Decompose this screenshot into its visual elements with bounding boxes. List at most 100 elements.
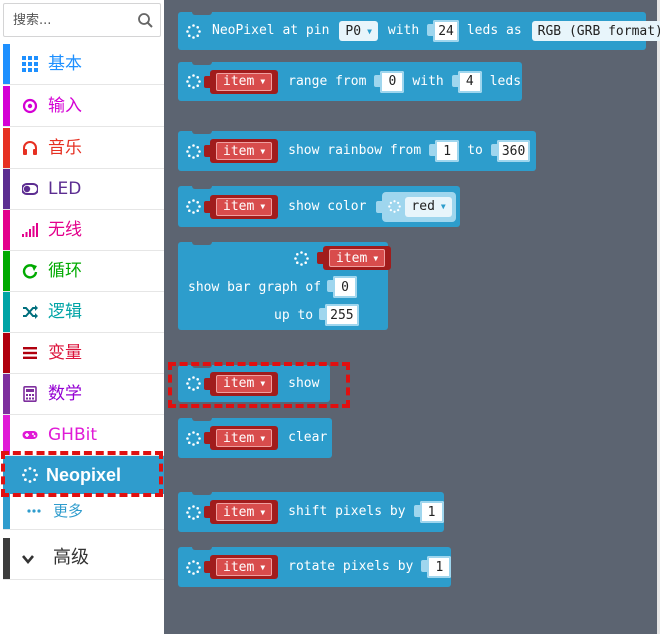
from-slot[interactable]: 0 xyxy=(374,70,405,93)
category-basic[interactable]: 基本 xyxy=(3,44,164,85)
grid-icon xyxy=(22,56,38,72)
target-icon xyxy=(22,98,38,114)
variable-dropdown[interactable]: item ▼ xyxy=(216,72,273,91)
toolbox: 基本 输入 音乐 LED 无线 xyxy=(0,0,164,634)
format-dropdown[interactable]: RGB (GRB format)▼ xyxy=(531,21,660,41)
more-label: 更多 xyxy=(53,502,84,520)
gamepad-icon xyxy=(22,431,38,439)
headphones-icon xyxy=(23,141,37,155)
search-icon[interactable] xyxy=(137,12,154,29)
category-color-bar xyxy=(3,169,10,209)
category-music[interactable]: 音乐 xyxy=(3,128,164,169)
neopixel-icon xyxy=(388,200,402,213)
category-color-bar xyxy=(3,251,10,291)
category-color-bar xyxy=(3,415,10,455)
category-advanced[interactable]: 高级 xyxy=(3,538,164,580)
neopixel-icon xyxy=(186,559,201,575)
category-more[interactable]: 更多 xyxy=(3,494,164,530)
category-color-bar xyxy=(3,494,17,529)
leds-count-slot[interactable]: 24 xyxy=(427,20,459,42)
variable-slot[interactable]: item ▼ xyxy=(203,500,279,524)
variable-slot[interactable]: item ▼ xyxy=(203,139,279,163)
variable-dropdown[interactable]: item ▼ xyxy=(329,249,386,267)
number-field[interactable]: 4 xyxy=(451,70,482,93)
block-range[interactable]: item ▼ range from 0 with 4 leds xyxy=(178,61,522,101)
highlight-show-block xyxy=(168,362,350,408)
variable-name: item xyxy=(223,143,255,159)
color-value: red xyxy=(411,199,435,214)
category-led[interactable]: LED xyxy=(3,169,164,210)
block-show-rainbow[interactable]: item ▼ show rainbow from 1 to 360 xyxy=(178,130,536,171)
category-math[interactable]: 数学 xyxy=(3,374,164,415)
dropdown-caret-icon: ▼ xyxy=(260,562,266,572)
category-variables[interactable]: 变量 xyxy=(3,333,164,374)
shift-amount-slot[interactable]: 1 xyxy=(413,501,444,523)
color-dropdown[interactable]: red ▼ xyxy=(405,196,452,217)
block-label: show bar graph of xyxy=(188,279,322,295)
variable-slot[interactable]: item ▼ xyxy=(203,194,279,219)
variable-slot[interactable]: item ▼ xyxy=(316,246,392,270)
block-show-color[interactable]: item ▼ show color red ▼ xyxy=(178,185,460,227)
category-label: 数学 xyxy=(48,384,82,404)
neopixel-icon xyxy=(186,199,201,214)
category-logic[interactable]: 逻辑 xyxy=(3,292,164,333)
number-field[interactable]: 0 xyxy=(327,276,358,298)
toggle-icon xyxy=(22,183,38,195)
variable-dropdown[interactable]: item ▼ xyxy=(216,142,273,160)
variable-dropdown[interactable]: item ▼ xyxy=(216,558,273,576)
to-slot[interactable]: 360 xyxy=(490,140,531,162)
category-loops[interactable]: 循环 xyxy=(3,251,164,292)
from-slot[interactable]: 1 xyxy=(429,140,460,162)
block-label: with xyxy=(412,73,444,89)
number-field[interactable]: 0 xyxy=(374,70,405,93)
value-slot[interactable]: 0 xyxy=(327,276,358,298)
category-label: 循环 xyxy=(48,261,82,281)
number-field[interactable]: 360 xyxy=(490,140,531,162)
block-rotate-pixels[interactable]: item ▼ rotate pixels by 1 xyxy=(178,546,452,587)
number-field[interactable]: 255 xyxy=(319,304,359,326)
category-radio[interactable]: 无线 xyxy=(3,210,164,251)
advanced-label: 高级 xyxy=(53,547,89,568)
variable-slot[interactable]: item ▼ xyxy=(203,426,279,450)
list-icon xyxy=(23,347,37,359)
block-label: rotate pixels by xyxy=(288,559,414,574)
block-label: up to xyxy=(274,307,314,323)
variable-name: item xyxy=(223,430,255,446)
number-field[interactable]: 1 xyxy=(413,501,444,523)
block-label: leds xyxy=(489,73,522,89)
search-input[interactable] xyxy=(13,9,129,31)
category-label: 无线 xyxy=(48,220,82,240)
neopixel-icon xyxy=(186,23,201,39)
block-shift-pixels[interactable]: item ▼ shift pixels by 1 xyxy=(178,491,444,532)
more-dots-icon xyxy=(27,509,41,513)
category-color-bar xyxy=(3,333,10,373)
bar-graph-row-value: show bar graph of 0 xyxy=(188,276,359,298)
neopixel-icon xyxy=(186,430,201,446)
variable-slot[interactable]: item ▼ xyxy=(203,555,279,579)
category-input[interactable]: 输入 xyxy=(3,86,164,127)
variable-dropdown[interactable]: item ▼ xyxy=(216,429,273,447)
block-show-bar-graph[interactable]: item ▼ show bar graph of 0 up to 255 xyxy=(178,241,392,330)
category-ghbit[interactable]: GHBit xyxy=(3,415,164,456)
dropdown-caret-icon: ▼ xyxy=(260,433,266,443)
number-field[interactable]: 1 xyxy=(429,140,460,162)
rotate-amount-slot[interactable]: 1 xyxy=(421,556,452,578)
block-neopixel-create[interactable]: NeoPixel at pin P0 ▼ with 24 leds as RGB … xyxy=(178,11,660,50)
color-slot[interactable]: red ▼ xyxy=(376,191,456,222)
search-box[interactable] xyxy=(3,3,161,37)
variable-dropdown[interactable]: item ▼ xyxy=(216,503,273,521)
number-field[interactable]: 24 xyxy=(427,20,459,42)
number-field[interactable]: 1 xyxy=(421,556,452,578)
dropdown-caret-icon: ▼ xyxy=(260,202,266,211)
block-label: show color xyxy=(288,198,367,214)
chevron-down-icon xyxy=(22,555,34,565)
variable-dropdown[interactable]: item ▼ xyxy=(216,197,273,216)
block-label: NeoPixel at pin xyxy=(212,23,330,38)
category-label: 音乐 xyxy=(48,138,82,158)
dropdown-caret-icon: ▼ xyxy=(367,26,372,36)
up-to-slot[interactable]: 255 xyxy=(319,304,359,326)
pin-dropdown[interactable]: P0 ▼ xyxy=(339,21,378,41)
block-clear[interactable]: item ▼ clear xyxy=(178,417,332,458)
count-slot[interactable]: 4 xyxy=(451,70,482,93)
variable-slot[interactable]: item ▼ xyxy=(203,69,279,94)
